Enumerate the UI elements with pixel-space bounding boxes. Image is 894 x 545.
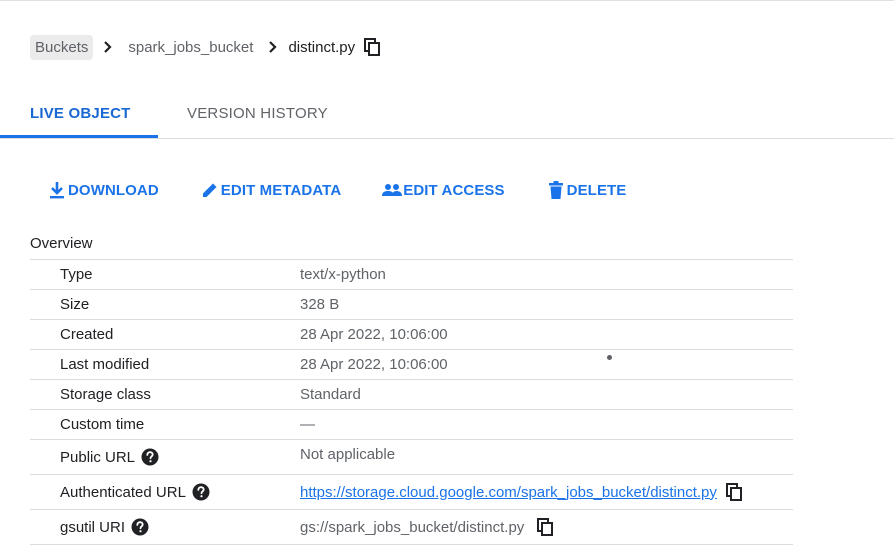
object-tabs: LIVE OBJECT VERSION HISTORY xyxy=(0,96,894,139)
row-label-with-help: Public URL xyxy=(30,448,270,466)
delete-label: DELETE xyxy=(566,181,627,199)
row-label: Last modified xyxy=(60,356,150,373)
breadcrumb-bucket-link[interactable]: spark_jobs_bucket xyxy=(123,35,258,60)
tab-version-history-label: VERSION HISTORY xyxy=(187,105,328,122)
row-label: Custom time xyxy=(60,416,145,433)
table-row: Size 328 B xyxy=(30,290,793,320)
row-value: Standard xyxy=(300,386,361,403)
tab-version-history[interactable]: VERSION HISTORY xyxy=(187,96,328,136)
table-row: Created 28 Apr 2022, 10:06:00 xyxy=(30,320,793,350)
copy-icon[interactable] xyxy=(725,483,743,501)
row-value: text/x-python xyxy=(300,266,386,283)
gsutil-uri-text: gs://spark_jobs_bucket/distinct.py xyxy=(300,518,525,536)
row-value: — xyxy=(300,416,315,433)
help-icon[interactable] xyxy=(131,518,149,536)
row-value: 328 B xyxy=(300,296,340,313)
row-value: 28 Apr 2022, 10:06:00 xyxy=(300,356,448,373)
chevron-right-icon xyxy=(93,37,123,57)
edit-access-button[interactable]: EDIT ACCESS xyxy=(382,180,505,200)
table-row: Public URL Not applicable xyxy=(30,440,793,475)
edit-metadata-button[interactable]: EDIT METADATA xyxy=(200,180,341,200)
pencil-icon xyxy=(200,180,220,200)
authenticated-url-value: https://storage.cloud.google.com/spark_j… xyxy=(270,483,743,501)
authenticated-url-label: Authenticated URL xyxy=(60,483,186,501)
edit-access-label: EDIT ACCESS xyxy=(403,181,505,199)
copy-icon[interactable] xyxy=(536,518,554,536)
download-icon xyxy=(47,180,67,200)
table-row: gsutil URI gs://spark_jobs_bucket/distin… xyxy=(30,510,793,545)
table-row: Type text/x-python xyxy=(30,260,793,290)
chevron-right-icon xyxy=(258,37,288,57)
object-actions: DOWNLOAD EDIT METADATA EDIT ACCESS DELET… xyxy=(47,176,626,204)
authenticated-url-link[interactable]: https://storage.cloud.google.com/spark_j… xyxy=(300,484,717,501)
public-url-label: Public URL xyxy=(60,448,136,466)
gsutil-uri-label: gsutil URI xyxy=(60,518,126,536)
overview-table: Overview Type text/x-python Size 328 B C… xyxy=(30,229,793,545)
row-label: Created xyxy=(60,326,114,343)
tab-live-object-label: LIVE OBJECT xyxy=(30,105,131,122)
overview-title: Overview xyxy=(30,229,793,260)
table-row: Storage class Standard xyxy=(30,380,793,410)
row-value: 28 Apr 2022, 10:06:00 xyxy=(300,326,448,343)
help-icon[interactable] xyxy=(192,483,210,501)
people-icon xyxy=(382,180,403,200)
breadcrumb-current-object: distinct.py xyxy=(288,38,356,56)
edit-metadata-label: EDIT METADATA xyxy=(220,181,342,199)
row-label-with-help: Authenticated URL xyxy=(30,483,270,501)
row-label: Storage class xyxy=(60,386,151,403)
copy-icon[interactable] xyxy=(363,38,381,56)
download-button[interactable]: DOWNLOAD xyxy=(47,180,159,200)
row-value: Not applicable xyxy=(300,445,396,463)
delete-button[interactable]: DELETE xyxy=(546,180,627,200)
table-row: Custom time — xyxy=(30,410,793,440)
top-divider xyxy=(0,0,894,1)
table-row: Last modified 28 Apr 2022, 10:06:00 xyxy=(30,350,793,380)
table-row: Authenticated URL https://storage.cloud.… xyxy=(30,475,793,510)
row-label: Size xyxy=(60,296,90,313)
row-label-with-help: gsutil URI xyxy=(30,518,270,536)
row-label: Type xyxy=(60,266,93,283)
trash-icon xyxy=(546,180,566,200)
help-icon[interactable] xyxy=(141,448,159,466)
download-label: DOWNLOAD xyxy=(68,181,159,199)
stray-dot xyxy=(607,355,612,360)
breadcrumb-buckets-link[interactable]: Buckets xyxy=(30,34,94,60)
tab-live-object[interactable]: LIVE OBJECT xyxy=(0,96,158,138)
gsutil-uri-value: gs://spark_jobs_bucket/distinct.py xyxy=(270,518,554,536)
breadcrumb: Buckets spark_jobs_bucket distinct.py xyxy=(30,33,381,61)
